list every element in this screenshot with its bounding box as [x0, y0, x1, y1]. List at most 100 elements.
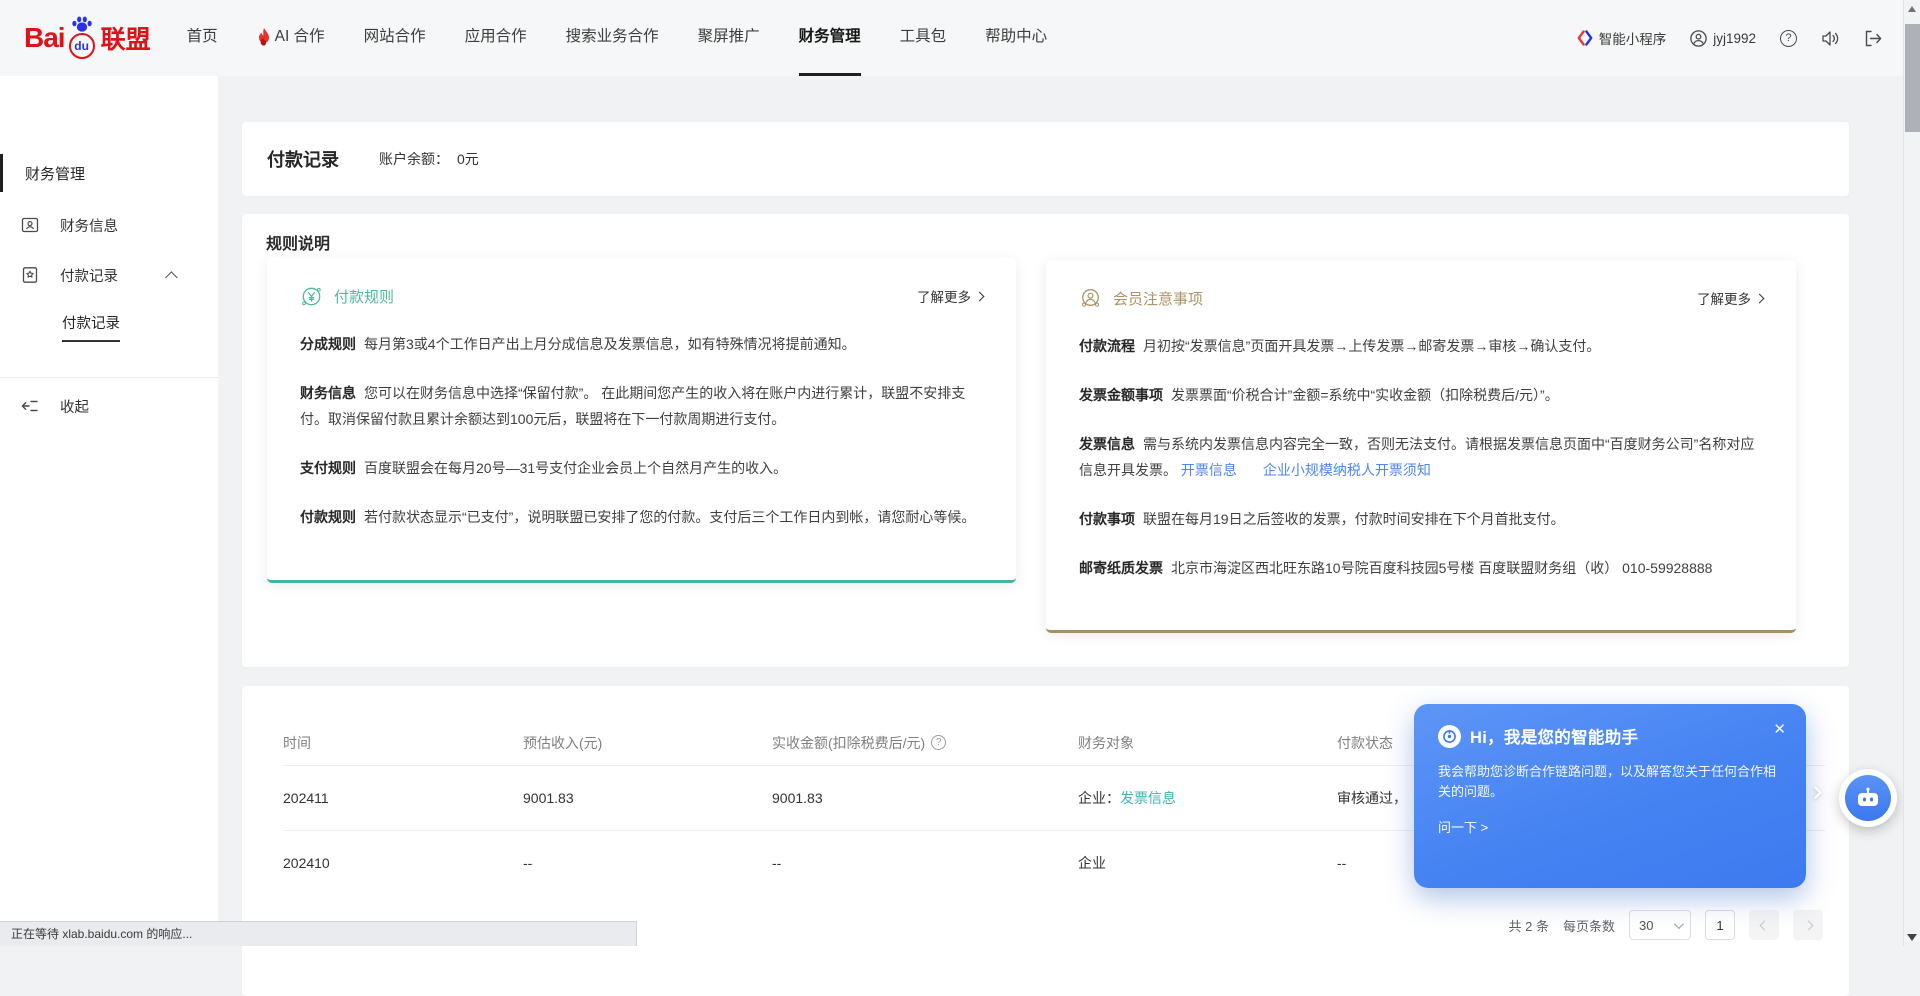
rule-text: 您可以在财务信息中选择“保留付款”。 在此期间您产生的收入将在账户内进行累计，联… [300, 385, 965, 427]
cell-time: 202411 [283, 790, 523, 806]
rule-term: 付款规则 [300, 509, 356, 525]
baidu-union-logo[interactable]: Bai du 联盟 [24, 16, 151, 60]
nav-item-finance[interactable]: 财务管理 [799, 0, 861, 76]
payment-rules-title: 付款规则 [334, 286, 394, 307]
nav-item-toolkit[interactable]: 工具包 [900, 0, 947, 76]
prev-page-button[interactable] [1749, 910, 1779, 940]
per-page-select[interactable]: 30 [1629, 910, 1691, 940]
sidebar-collapse-button[interactable]: 收起 [0, 394, 218, 418]
finance-target-prefix: 企业 [1078, 855, 1106, 871]
rule-term: 分成规则 [300, 336, 356, 352]
logout-icon[interactable] [1864, 30, 1882, 47]
sidebar-divider [0, 377, 218, 378]
chevron-down-icon [1674, 919, 1684, 929]
assistant-popup: Hi，我是您的智能助手 ✕ 我会帮助您诊断合作链路问题，以及解答您关于任何合作相… [1414, 704, 1806, 888]
rule-term: 付款事项 [1079, 511, 1135, 527]
nav-item-home[interactable]: 首页 [187, 0, 218, 76]
chevron-left-icon [1759, 920, 1769, 930]
member-notice-header: 会员注意事项 [1079, 287, 1203, 310]
rule-text: 联盟在每月19日之后签收的发票，付款时间安排在下个月首批支付。 [1143, 511, 1565, 527]
col-header-estimated: 预估收入(元) [523, 733, 772, 753]
rule-paragraph: 付款流程月初按“发票信息”页面开具发票→上传发票→邮寄发票→审核→确认支付。 [1079, 333, 1763, 359]
account-balance: 账户余额： 0元 [379, 149, 479, 169]
mini-program-label: 智能小程序 [1599, 28, 1667, 48]
nav-item-search-biz[interactable]: 搜索业务合作 [566, 0, 659, 76]
invoice-info-link[interactable]: 开票信息 [1181, 462, 1237, 478]
flame-icon [257, 28, 271, 46]
close-icon[interactable]: ✕ [1773, 720, 1786, 738]
more-label: 了解更多 [1697, 288, 1751, 308]
browser-status-bar: 正在等待 xlab.baidu.com 的响应... [0, 921, 637, 946]
sidebar-title-finance-management[interactable]: 财务管理 [25, 163, 85, 184]
rule-term: 发票信息 [1079, 436, 1135, 452]
nav-item-juping[interactable]: 聚屏推广 [698, 0, 760, 76]
top-nav: Bai du 联盟 首页 AI 合作 网站合作 应用合作 搜索业务合作 聚屏推广… [0, 0, 1920, 76]
finance-info-icon [21, 216, 39, 234]
rule-paragraph: 财务信息您可以在财务信息中选择“保留付款”。 在此期间您产生的收入将在账户内进行… [300, 380, 983, 432]
rule-paragraph: 分成规则每月第3或4个工作日产出上月分成信息及发票信息，如有特殊情况将提前通知。 [300, 331, 983, 357]
nav-item-help-center[interactable]: 帮助中心 [985, 0, 1047, 76]
rule-paragraph: 付款事项联盟在每月19日之后签收的发票，付款时间安排在下个月首批支付。 [1079, 506, 1763, 532]
nav-item-ai[interactable]: AI 合作 [257, 0, 325, 76]
account-balance-value: 0元 [457, 151, 479, 167]
help-icon[interactable]: ? [1780, 30, 1797, 47]
rule-term: 发票金额事项 [1079, 387, 1163, 403]
scrollbar-thumb[interactable] [1905, 24, 1920, 132]
sidebar: 财务管理 财务信息 付款记录 付款记录 收起 [0, 76, 218, 946]
payment-rules-card: 付款规则 了解更多 分成规则每月第3或4个工作日产出上月分成信息及发票信息，如有… [267, 258, 1016, 583]
small-taxpayer-guide-link[interactable]: 企业小规模纳税人开票须知 [1263, 462, 1431, 478]
per-page-label: 每页条数 [1563, 916, 1615, 935]
user-account[interactable]: jyj1992 [1690, 30, 1756, 47]
scroll-down-arrow-icon[interactable] [1907, 934, 1917, 941]
scroll-up-arrow-icon[interactable] [1908, 6, 1916, 12]
rule-paragraph: 邮寄纸质发票北京市海淀区西北旺东路10号院百度科技园5号楼 百度联盟财务组（收）… [1079, 555, 1763, 581]
username: jyj1992 [1713, 31, 1756, 46]
sidebar-item-label: 付款记录 [60, 265, 118, 286]
logo-text-bai: Bai [24, 22, 65, 54]
rule-text: 发票票面“价税合计”金额=系统中“实收金额（扣除税费后/元）”。 [1171, 387, 1559, 403]
cell-estimated: 9001.83 [523, 790, 772, 806]
nav-item-website[interactable]: 网站合作 [364, 0, 426, 76]
vertical-scrollbar[interactable] [1903, 0, 1920, 946]
rule-term: 付款流程 [1079, 338, 1135, 354]
paw-icon: du [67, 16, 97, 60]
assistant-body: 我会帮助您诊断合作链路问题，以及解答您关于任何合作相关的问题。 [1438, 762, 1782, 802]
chevron-right-icon [975, 291, 985, 301]
rule-paragraph: 发票金额事项发票票面“价税合计”金额=系统中“实收金额（扣除税费后/元）”。 [1079, 382, 1763, 408]
cell-actual: -- [772, 855, 1078, 871]
mini-program-icon [1577, 30, 1593, 46]
invoice-info-table-link[interactable]: 发票信息 [1120, 790, 1176, 806]
nav-item-app[interactable]: 应用合作 [465, 0, 527, 76]
account-balance-label: 账户余额： [379, 151, 449, 167]
assistant-ask-link[interactable]: 问一下 > [1438, 817, 1782, 836]
rule-text: 百度联盟会在每月20号—31号支付企业会员上个自然月产生的收入。 [364, 460, 787, 476]
rule-text: 每月第3或4个工作日产出上月分成信息及发票信息，如有特殊情况将提前通知。 [364, 336, 856, 352]
logo-text-du: du [74, 39, 89, 53]
page-number-current[interactable]: 1 [1705, 910, 1735, 940]
mini-program-entry[interactable]: 智能小程序 [1577, 28, 1667, 48]
sidebar-subitem-payment-record[interactable]: 付款记录 [62, 312, 120, 342]
sidebar-item-finance-info[interactable]: 财务信息 [0, 213, 218, 237]
finance-target-prefix: 企业： [1078, 790, 1120, 806]
sidebar-collapse-label: 收起 [60, 396, 89, 417]
collapse-icon [21, 397, 39, 415]
sidebar-item-payment-record-group[interactable]: 付款记录 [0, 263, 218, 287]
logo-text-union: 联盟 [101, 20, 151, 56]
per-page-value: 30 [1639, 918, 1653, 933]
page-header-card: 付款记录 账户余额：0元 [242, 122, 1849, 196]
assistant-header: Hi，我是您的智能助手 [1438, 724, 1782, 748]
payment-rules-more-link[interactable]: 了解更多 [917, 286, 983, 306]
col-header-time: 时间 [283, 733, 523, 753]
speaker-icon[interactable] [1821, 30, 1840, 47]
column-help-icon[interactable]: ? [931, 735, 946, 750]
rule-paragraph: 付款规则若付款状态显示“已支付”，说明联盟已安排了您的付款。支付后三个工作日内到… [300, 504, 983, 530]
member-notice-more-link[interactable]: 了解更多 [1697, 288, 1763, 308]
cell-finance-target: 企业 [1078, 853, 1337, 873]
assistant-float-button[interactable] [1839, 769, 1897, 827]
next-page-button[interactable] [1793, 910, 1823, 940]
rule-text: 若付款状态显示“已支付”，说明联盟已安排了您的付款。支付后三个工作日内到帐，请您… [364, 509, 975, 525]
col-header-actual-label: 实收金额(扣除税费后/元) [772, 733, 925, 753]
rule-term: 支付规则 [300, 460, 356, 476]
rule-term: 邮寄纸质发票 [1079, 560, 1163, 576]
rule-paragraph: 发票信息需与系统内发票信息内容完全一致，否则无法支付。请根据发票信息页面中“百度… [1079, 431, 1763, 483]
